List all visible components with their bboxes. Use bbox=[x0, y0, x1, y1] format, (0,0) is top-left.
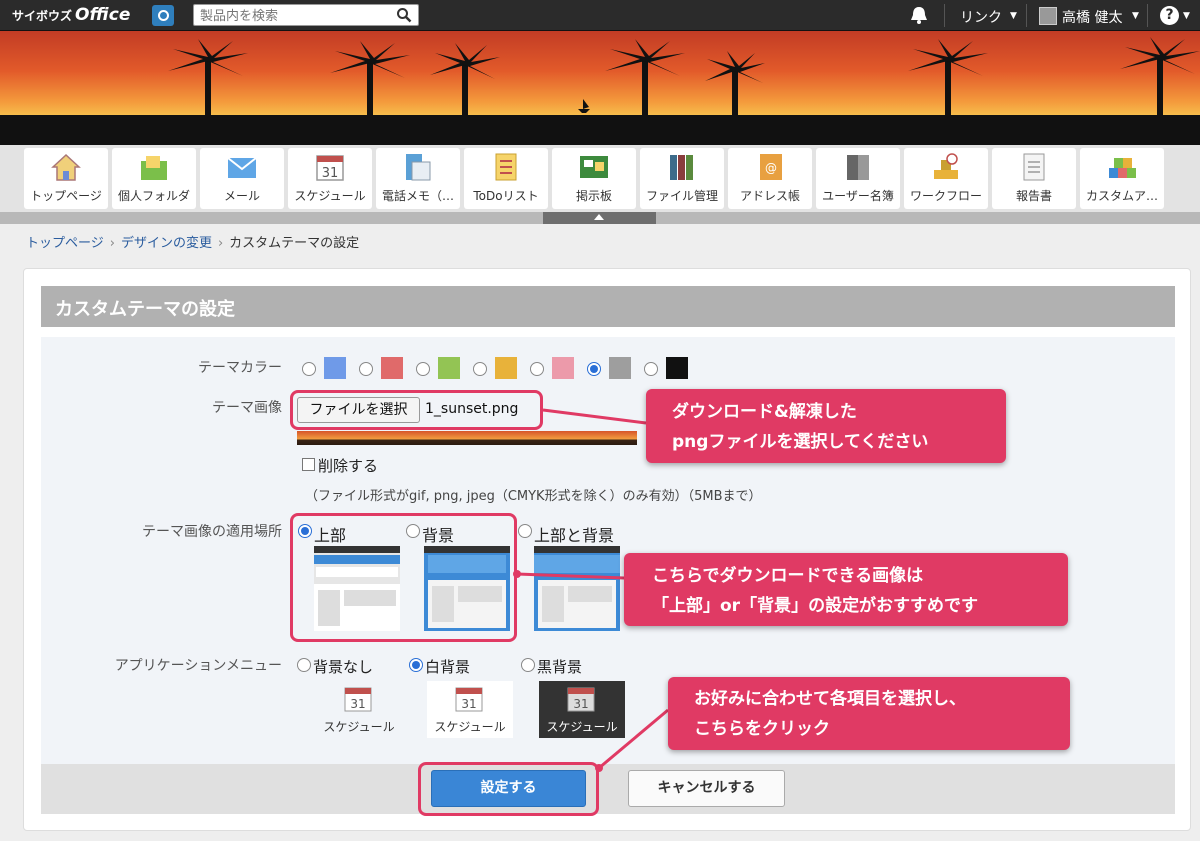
callout-text: こちらでダウンロードできる画像は bbox=[652, 566, 924, 586]
callout-text: 「上部」or「背景」の設定がおすすめです bbox=[652, 596, 979, 616]
callout-placement: こちらでダウンロードできる画像は 「上部」or「背景」の設定がおすすめです bbox=[624, 553, 1068, 626]
callout-text: pngファイルを選択してください bbox=[672, 432, 929, 452]
callout-text: お好みに合わせて各項目を選択し、 bbox=[694, 689, 966, 709]
callout-text: ダウンロード&解凍した bbox=[672, 402, 857, 422]
callout-text: こちらをクリック bbox=[694, 719, 830, 739]
callout-file-select: ダウンロード&解凍した pngファイルを選択してください bbox=[646, 389, 1006, 463]
callout-submit: お好みに合わせて各項目を選択し、 こちらをクリック bbox=[668, 677, 1070, 750]
